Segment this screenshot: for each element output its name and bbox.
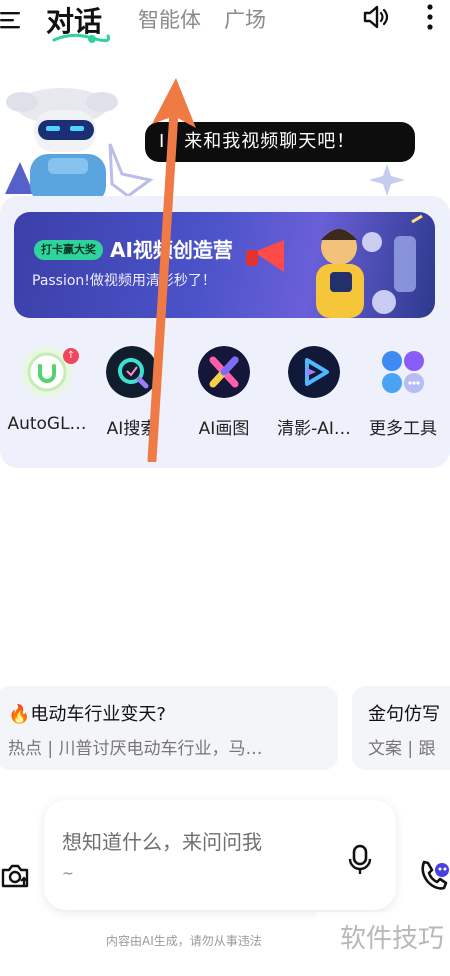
promo-banner[interactable]: 打卡赢大奖 AI视频创造营 Passion!做视频用清影秒了！ bbox=[14, 212, 435, 318]
chat-input[interactable]: 想知道什么，来问问我 ~ bbox=[44, 800, 396, 910]
tab-plaza[interactable]: 广场 bbox=[224, 4, 266, 34]
tool-autoglm[interactable]: ↑ AutoGL… bbox=[2, 346, 92, 446]
tool-label: AI画图 bbox=[198, 419, 250, 439]
menu-icon[interactable] bbox=[0, 10, 22, 30]
input-placeholder: 想知道什么，来问问我 bbox=[62, 830, 262, 854]
suggestion-subtitle: 热点 | 川普讨厌电动车行业，马… bbox=[8, 739, 263, 759]
active-tab-indicator bbox=[52, 33, 110, 43]
suggestion-title: 🔥电动车行业变天? bbox=[8, 704, 166, 725]
banner-subtitle: Passion!做视频用清影秒了！ bbox=[32, 273, 216, 289]
ai-disclaimer: 内容由AI生成，请勿从事违法 bbox=[106, 934, 262, 948]
tool-qingying[interactable]: 清影-AI… bbox=[269, 346, 359, 446]
tool-ai-search[interactable]: AI搜索 bbox=[87, 346, 177, 446]
tool-label: 清影-AI… bbox=[277, 419, 351, 439]
microphone-icon[interactable] bbox=[348, 844, 372, 876]
video-call-icon[interactable] bbox=[418, 856, 450, 892]
ai-draw-icon bbox=[198, 346, 250, 398]
notification-badge: ↑ bbox=[63, 348, 79, 364]
suggestion-card[interactable]: 🔥电动车行业变天? 热点 | 川普讨厌电动车行业，马… bbox=[0, 686, 338, 770]
more-vertical-icon[interactable] bbox=[423, 2, 437, 32]
sparkle-decoration bbox=[369, 164, 405, 196]
more-tools-icon bbox=[382, 351, 424, 393]
greeting-bubble: I，来和我视频聊天吧！ bbox=[145, 122, 415, 162]
suggestion-subtitle: 文案 | 跟 bbox=[368, 739, 436, 759]
tool-label: AI搜索 bbox=[106, 419, 158, 439]
tool-ai-draw[interactable]: AI画图 bbox=[179, 346, 269, 446]
banner-title: AI视频创造营 bbox=[110, 238, 233, 262]
tool-label: 更多工具 bbox=[369, 419, 437, 439]
input-hint: ~ bbox=[62, 866, 74, 882]
banner-illustration bbox=[246, 214, 423, 318]
tool-more[interactable]: 更多工具 bbox=[358, 346, 448, 446]
watermark: 软件技巧 bbox=[316, 912, 450, 966]
tool-label: AutoGL… bbox=[7, 414, 87, 434]
camera-upload-icon[interactable] bbox=[0, 860, 30, 890]
speaker-icon[interactable] bbox=[362, 4, 390, 30]
suggestion-card[interactable]: 金句仿写 文案 | 跟 bbox=[352, 686, 450, 770]
suggestion-title: 金句仿写 bbox=[368, 704, 440, 725]
ai-search-icon bbox=[106, 346, 158, 398]
qingying-video-icon bbox=[288, 346, 340, 398]
top-bar: 对话 智能体 广场 bbox=[0, 0, 450, 46]
tab-agents[interactable]: 智能体 bbox=[138, 4, 201, 34]
banner-tag: 打卡赢大奖 bbox=[34, 240, 103, 260]
